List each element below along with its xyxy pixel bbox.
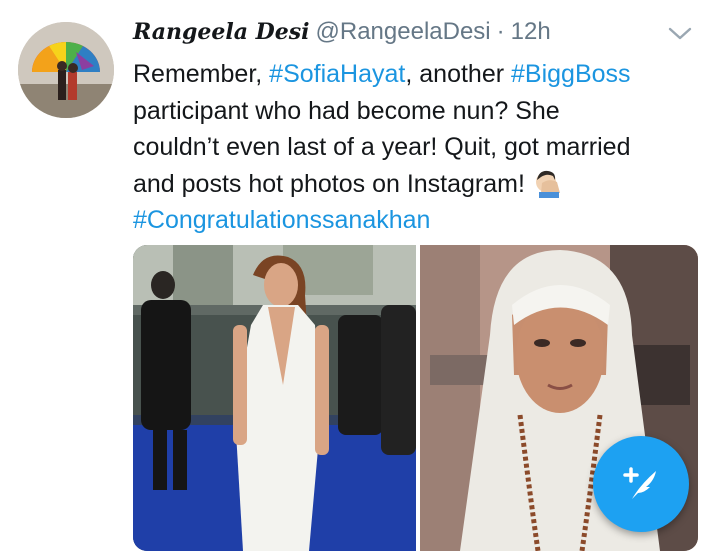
separator-dot: · [496,18,505,45]
avatar-image [18,22,114,118]
text-segment: Remember, [133,60,270,88]
hashtag-sofiahayat[interactable]: #SofiaHayat [269,60,405,88]
facepalm-emoji-icon [535,170,560,198]
tweet-text: Remember, #SofiaHayat, another #BiggBoss… [133,56,703,239]
tweet-header: Rangeela Desi @RangeelaDesi · 12h [133,18,551,52]
tweet-line-2: participant who had become nun? She [133,96,560,125]
hashtag-congratulationssanakhan[interactable]: #Congratulationssanakhan [133,206,430,234]
compose-tweet-icon [623,467,656,499]
tweet-line-1: Remember, #SofiaHayat, another #BiggBoss [133,56,703,93]
display-name[interactable]: Rangeela Desi [133,19,310,45]
chevron-down-icon[interactable] [666,24,694,44]
tweet-line-3: couldn’t even last of a year! Quit, got … [133,133,631,161]
photo-red-carpet[interactable] [133,245,416,551]
text-segment: and posts hot photos on Instagram! [133,169,525,198]
photo-red-carpet-image [133,245,416,551]
tweet[interactable]: Rangeela Desi @RangeelaDesi · 12h Rememb… [0,0,718,551]
compose-tweet-button[interactable] [593,436,689,532]
hashtag-biggboss[interactable]: #BiggBoss [511,60,631,88]
tweet-line-4: and posts hot photos on Instagram! [133,166,703,203]
tweet-line-5: #Congratulationssanakhan [133,202,703,239]
avatar[interactable] [18,22,114,118]
username-handle[interactable]: @RangeelaDesi [316,18,491,46]
text-segment: , another [405,60,512,88]
timestamp[interactable]: 12h [511,18,551,46]
